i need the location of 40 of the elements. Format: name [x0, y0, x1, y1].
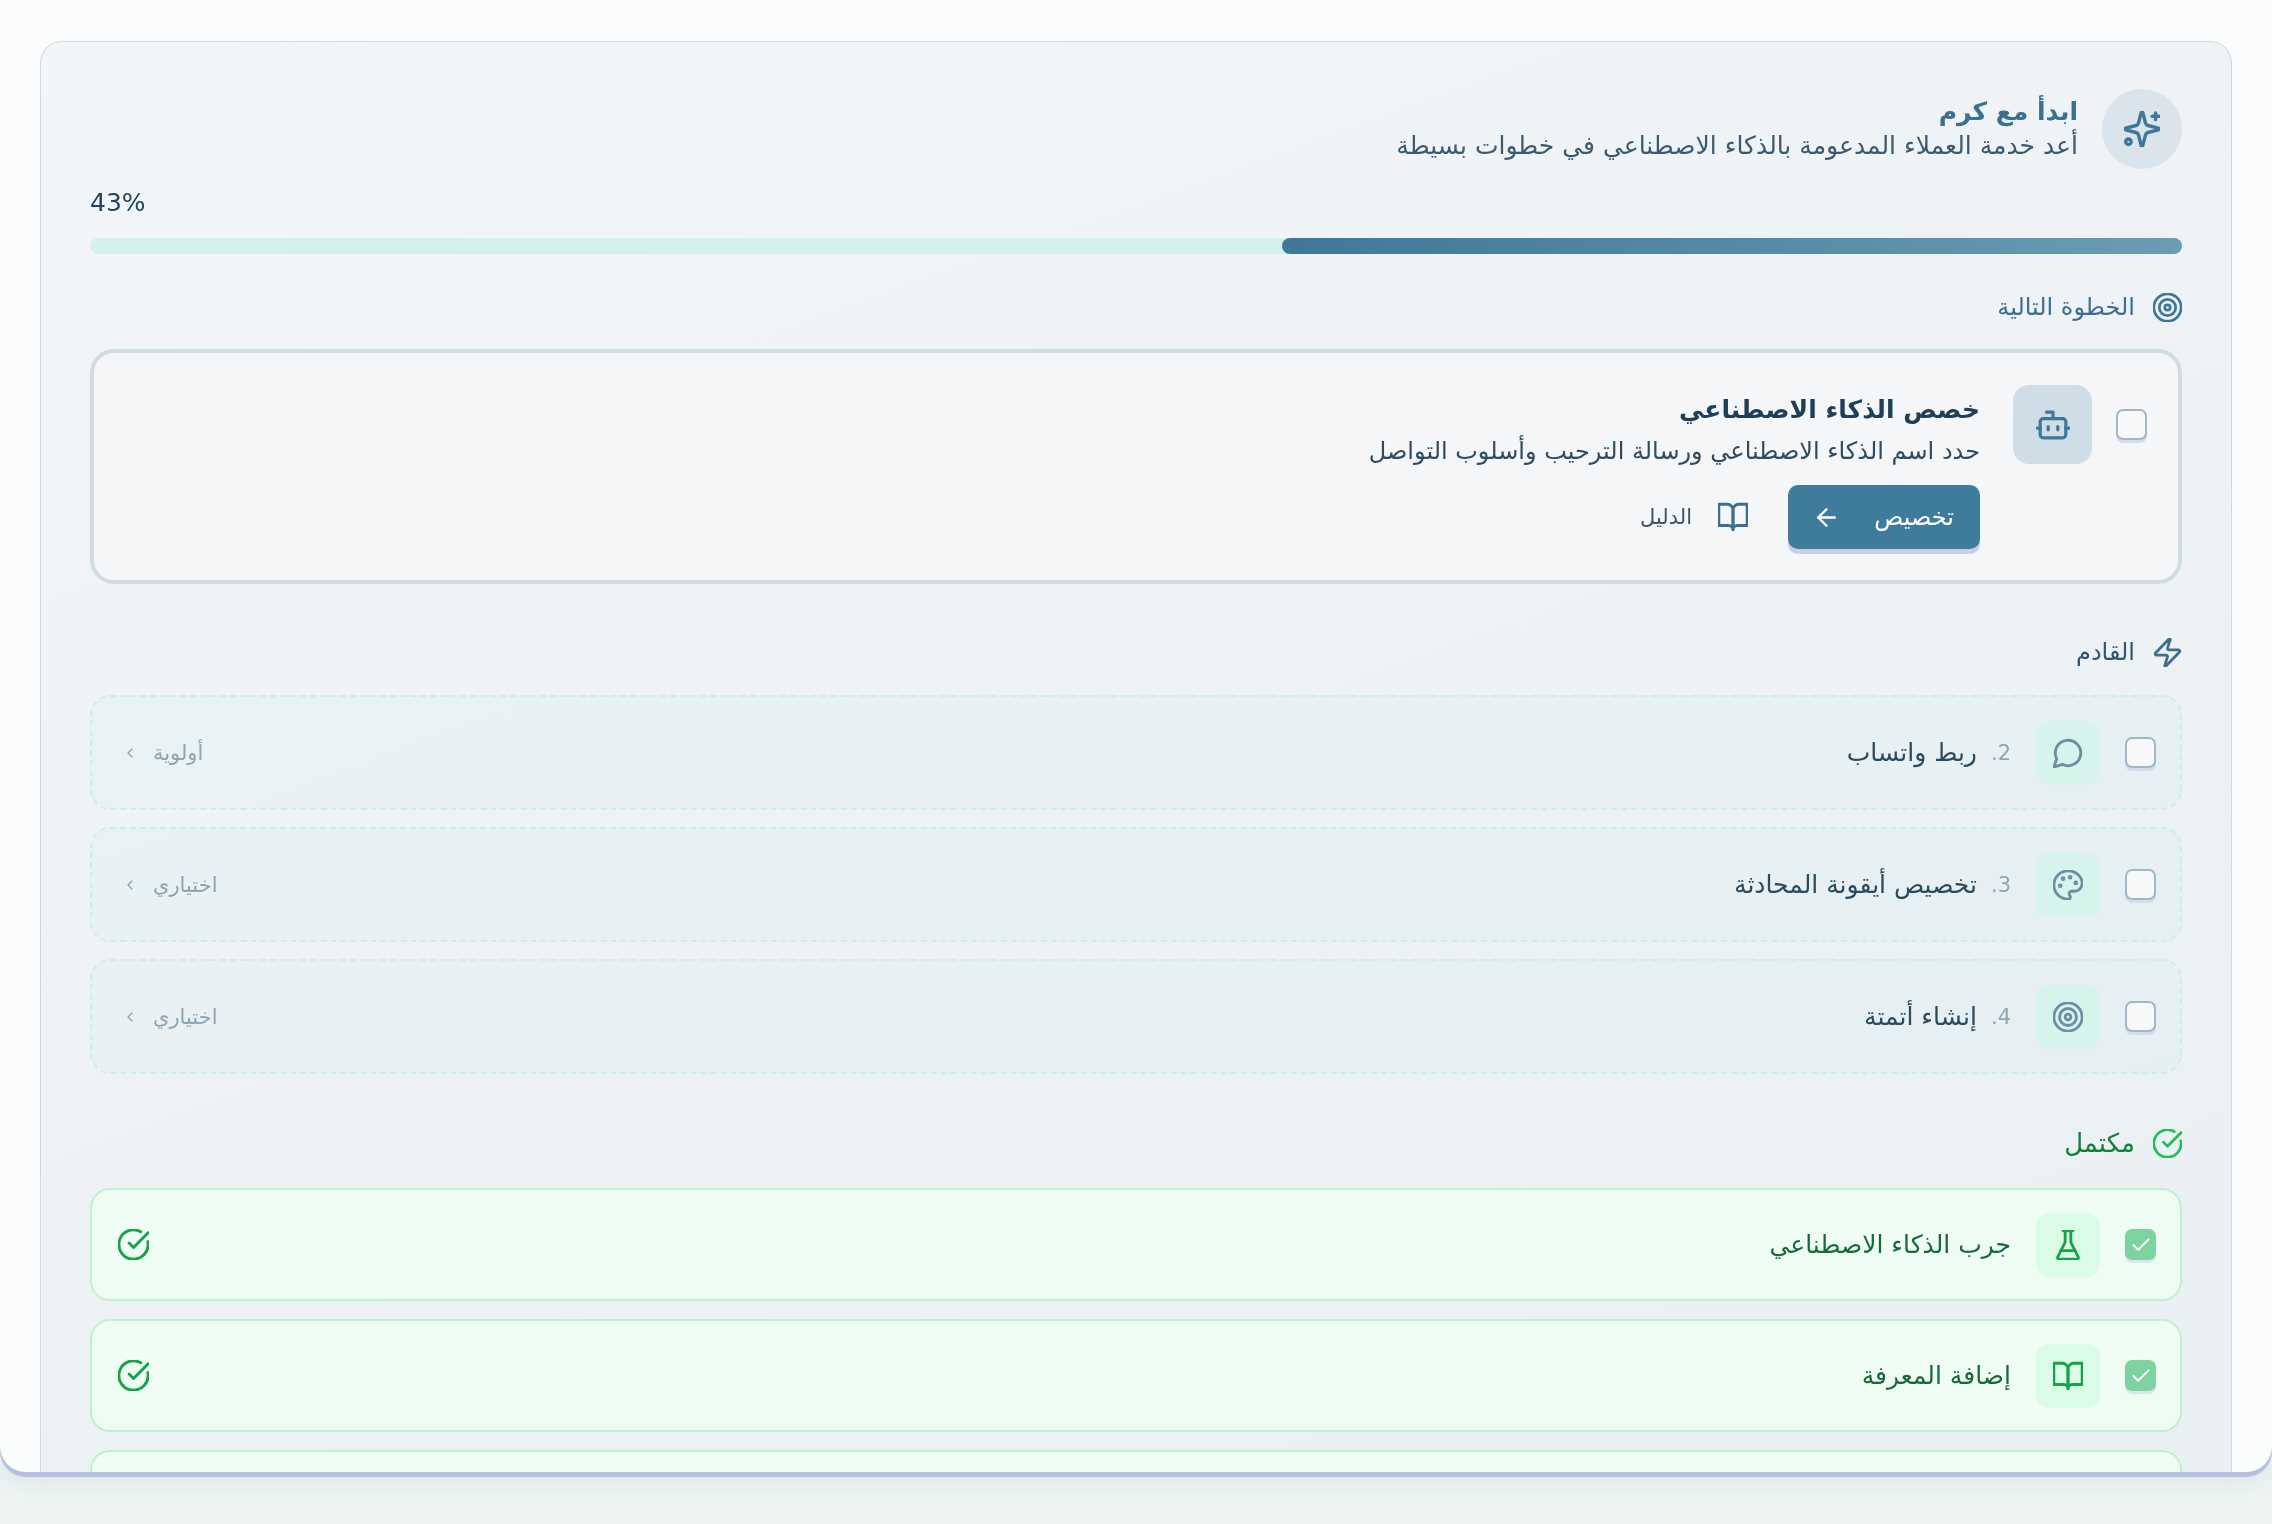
lightning-icon	[2153, 637, 2182, 667]
checkbox[interactable]	[2125, 1001, 2156, 1032]
book-icon	[1718, 502, 1748, 532]
section-heading: مكتمل	[2064, 1128, 2135, 1158]
check-circle-icon	[2153, 1128, 2182, 1158]
section-heading: الخطوة التالية	[1997, 292, 2135, 322]
book-icon	[2036, 1343, 2100, 1408]
guide-link[interactable]: الدليل	[1640, 502, 1748, 532]
task-title: إنشاء أتمتة	[1864, 1000, 1977, 1033]
step-number: 3.	[1990, 871, 2011, 899]
flask-icon	[2036, 1212, 2100, 1277]
checkbox[interactable]	[2125, 869, 2156, 900]
tag-label: اختياري	[153, 871, 218, 899]
chat-bubble-icon	[2036, 720, 2100, 785]
task-title: تخصيص أيقونة المحادثة	[1734, 868, 1977, 901]
progress-percent: 43%	[90, 188, 146, 218]
step-number: 4.	[1990, 1003, 2011, 1031]
tag-label: اختياري	[153, 1003, 218, 1031]
header-subtitle: أعد خدمة العملاء المدعومة بالذكاء الاصطناعي في خطوات بسيطة	[1396, 129, 2078, 162]
checkbox[interactable]	[2125, 1360, 2156, 1391]
section-heading: القادم	[2076, 637, 2135, 667]
task-title: خصص الذكاء الاصطناعي	[1679, 394, 1980, 426]
task-title: ربط واتساب	[1846, 736, 1977, 769]
target-icon	[2036, 984, 2100, 1049]
task-title: إضافة المعرفة	[1861, 1359, 2011, 1392]
step-number: 2.	[1990, 739, 2011, 767]
task-row[interactable]: جرب الذكاء الاصطناعي	[90, 1188, 2182, 1301]
task-description: حدد اسم الذكاء الاصطناعي ورسالة الترحيب وأسلوب التواصل	[1368, 435, 1980, 467]
check-circle-icon	[118, 1360, 149, 1391]
checkbox[interactable]	[2116, 409, 2147, 440]
header-title: ابدأ مع كرم	[1938, 95, 2078, 129]
checkbox[interactable]	[2125, 737, 2156, 768]
check-circle-icon	[118, 1229, 149, 1260]
target-icon	[2153, 292, 2182, 322]
palette-icon	[2036, 852, 2100, 917]
task-row[interactable]: إضافة المعرفة	[90, 1319, 2182, 1432]
tag-label: أولوية	[153, 738, 204, 767]
task-title: جرب الذكاء الاصطناعي	[1769, 1228, 2011, 1261]
robot-icon	[2013, 385, 2092, 464]
checkbox[interactable]	[2125, 1229, 2156, 1260]
